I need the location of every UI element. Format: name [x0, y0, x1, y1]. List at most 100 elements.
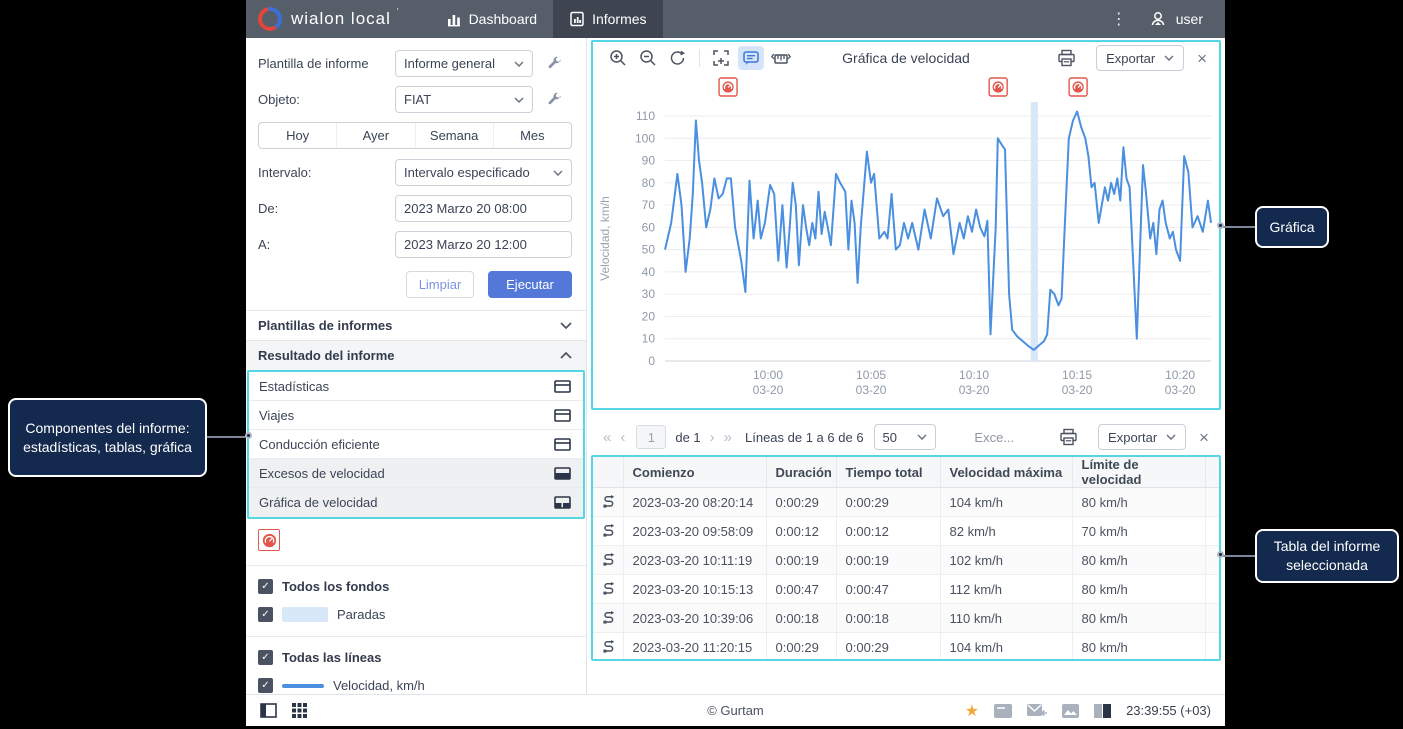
component-label: Viajes	[259, 408, 294, 423]
template-select-value: Informe general	[404, 56, 495, 71]
range-semana-button[interactable]: Semana	[416, 123, 494, 148]
chart-export-button[interactable]: Exportar	[1096, 45, 1184, 71]
prev-page-button[interactable]: ‹	[620, 429, 625, 446]
x-tick-time: 10:15	[1062, 368, 1092, 382]
row-route-cell	[593, 575, 623, 604]
first-page-button[interactable]: «	[603, 429, 611, 446]
y-tick-label: 110	[636, 109, 655, 123]
cell-comienzo: 2023-03-20 09:58:09	[623, 517, 766, 546]
apps-grid-button[interactable]	[292, 703, 307, 718]
cell-filler	[1205, 604, 1219, 633]
y-tick-label: 70	[642, 198, 656, 212]
table-close-button[interactable]: ×	[1199, 429, 1209, 446]
velocidad-checkbox[interactable]: ✓	[258, 678, 273, 693]
interval-select[interactable]: Intervalo especificado	[395, 159, 572, 186]
route-icon	[602, 640, 616, 654]
annotation-connector	[1222, 226, 1255, 228]
to-input[interactable]	[404, 237, 563, 252]
annotation-table: Tabla del informe seleccionada	[1255, 529, 1399, 583]
component-viajes[interactable]: Viajes	[249, 401, 583, 430]
console-button[interactable]	[994, 704, 1012, 718]
zoom-reset-icon	[669, 49, 687, 67]
tab-informes[interactable]: Informes	[553, 0, 662, 38]
table-row[interactable]: 2023-03-20 09:58:090:00:120:00:1282 km/h…	[593, 517, 1219, 546]
violation-marker-icon[interactable]	[1069, 78, 1087, 96]
image-icon	[1062, 704, 1079, 718]
layout-toggle-button[interactable]	[260, 703, 277, 718]
zoom-reset-button[interactable]	[665, 46, 691, 70]
y-tick-label: 50	[642, 243, 656, 257]
excel-label[interactable]: Exce...	[974, 430, 1014, 445]
split-panel-button[interactable]	[1094, 704, 1111, 718]
object-select[interactable]: FIAT	[395, 86, 533, 113]
component-conduccion-eficiente[interactable]: Conducción eficiente	[249, 430, 583, 459]
table-row[interactable]: 2023-03-20 10:15:130:00:470:00:47112 km/…	[593, 575, 1219, 604]
cell-duracion: 0:00:29	[766, 488, 836, 517]
cell-duracion: 0:00:12	[766, 517, 836, 546]
component-label: Conducción eficiente	[259, 437, 380, 452]
range-mes-button[interactable]: Mes	[494, 123, 571, 148]
time-ruler-button[interactable]	[768, 46, 794, 70]
execute-button[interactable]: Ejecutar	[488, 271, 572, 298]
speed-line	[665, 112, 1211, 350]
clear-button[interactable]: Limpiar	[406, 271, 474, 298]
component-excesos-velocidad[interactable]: Excesos de velocidad	[249, 459, 583, 488]
object-settings-button[interactable]	[544, 90, 564, 110]
user-menu[interactable]: user	[1149, 10, 1203, 28]
template-select[interactable]: Informe general	[395, 50, 533, 77]
chart-close-button[interactable]: ×	[1197, 50, 1207, 67]
zoom-out-button[interactable]	[635, 46, 661, 70]
paradas-checkbox[interactable]: ✓	[258, 607, 273, 622]
divider	[699, 49, 700, 67]
from-input[interactable]	[404, 201, 563, 216]
all-lines-checkbox[interactable]: ✓	[258, 650, 273, 665]
tab-dashboard[interactable]: Dashboard	[430, 0, 554, 38]
wialon-logo[interactable]: wialon local ʾ	[246, 7, 430, 31]
page-size-select[interactable]: 50	[874, 424, 936, 450]
speed-chart[interactable]: 0102030405060708090100110Velocidad, km/h…	[593, 74, 1218, 406]
component-estadisticas[interactable]: Estadísticas	[249, 372, 583, 401]
zoom-out-icon	[639, 49, 657, 67]
chart-print-button[interactable]	[1053, 46, 1079, 70]
cell-tiempo-total: 0:00:19	[836, 546, 940, 575]
page-number-input[interactable]: 1	[636, 425, 666, 449]
table-export-button[interactable]: Exportar	[1098, 424, 1186, 450]
range-hoy-button[interactable]: Hoy	[259, 123, 337, 148]
favorites-star-icon[interactable]: ★	[965, 701, 979, 721]
zoom-in-button[interactable]	[605, 46, 631, 70]
wrench-icon	[547, 92, 562, 107]
footer-clock: 23:39:55 (+03)	[1126, 703, 1211, 718]
section-plantillas[interactable]: Plantillas de informes	[246, 310, 586, 340]
dashboard-icon	[446, 11, 462, 27]
speedometer-icon	[262, 533, 277, 548]
tooltip-toggle-button[interactable]	[738, 46, 764, 70]
console-icon	[994, 704, 1012, 718]
violation-marker-icon[interactable]	[719, 78, 737, 96]
cell-filler	[1205, 633, 1219, 662]
messages-button[interactable]	[1027, 704, 1047, 718]
table-row[interactable]: 2023-03-20 08:20:140:00:290:00:29104 km/…	[593, 488, 1219, 517]
report-sidebar: Plantilla de informe Informe general Obj…	[246, 38, 587, 694]
range-ayer-button[interactable]: Ayer	[337, 123, 415, 148]
expand-button[interactable]	[708, 46, 734, 70]
table-print-button[interactable]	[1055, 425, 1081, 449]
all-backgrounds-checkbox[interactable]: ✓	[258, 579, 273, 594]
user-name: user	[1176, 11, 1203, 27]
table-row[interactable]: 2023-03-20 10:11:190:00:190:00:19102 km/…	[593, 546, 1219, 575]
next-page-button[interactable]: ›	[710, 429, 715, 446]
last-page-button[interactable]: »	[724, 429, 732, 446]
cell-limite: 80 km/h	[1072, 633, 1205, 662]
zoom-in-icon	[609, 49, 627, 67]
component-grafica-velocidad[interactable]: Gráfica de velocidad	[249, 488, 583, 517]
table-row[interactable]: 2023-03-20 10:39:060:00:180:00:18110 km/…	[593, 604, 1219, 633]
table-icon	[554, 438, 571, 451]
section-resultado[interactable]: Resultado del informe	[246, 340, 586, 370]
gallery-button[interactable]	[1062, 704, 1079, 718]
chart-icon	[554, 496, 571, 509]
grid-icon	[292, 703, 307, 718]
violation-marker-icon[interactable]	[989, 78, 1007, 96]
template-settings-button[interactable]	[544, 54, 564, 74]
y-tick-label: 90	[642, 154, 656, 168]
kebab-menu-icon[interactable]: ⋮	[1111, 9, 1127, 29]
table-row[interactable]: 2023-03-20 11:20:150:00:290:00:29104 km/…	[593, 633, 1219, 662]
